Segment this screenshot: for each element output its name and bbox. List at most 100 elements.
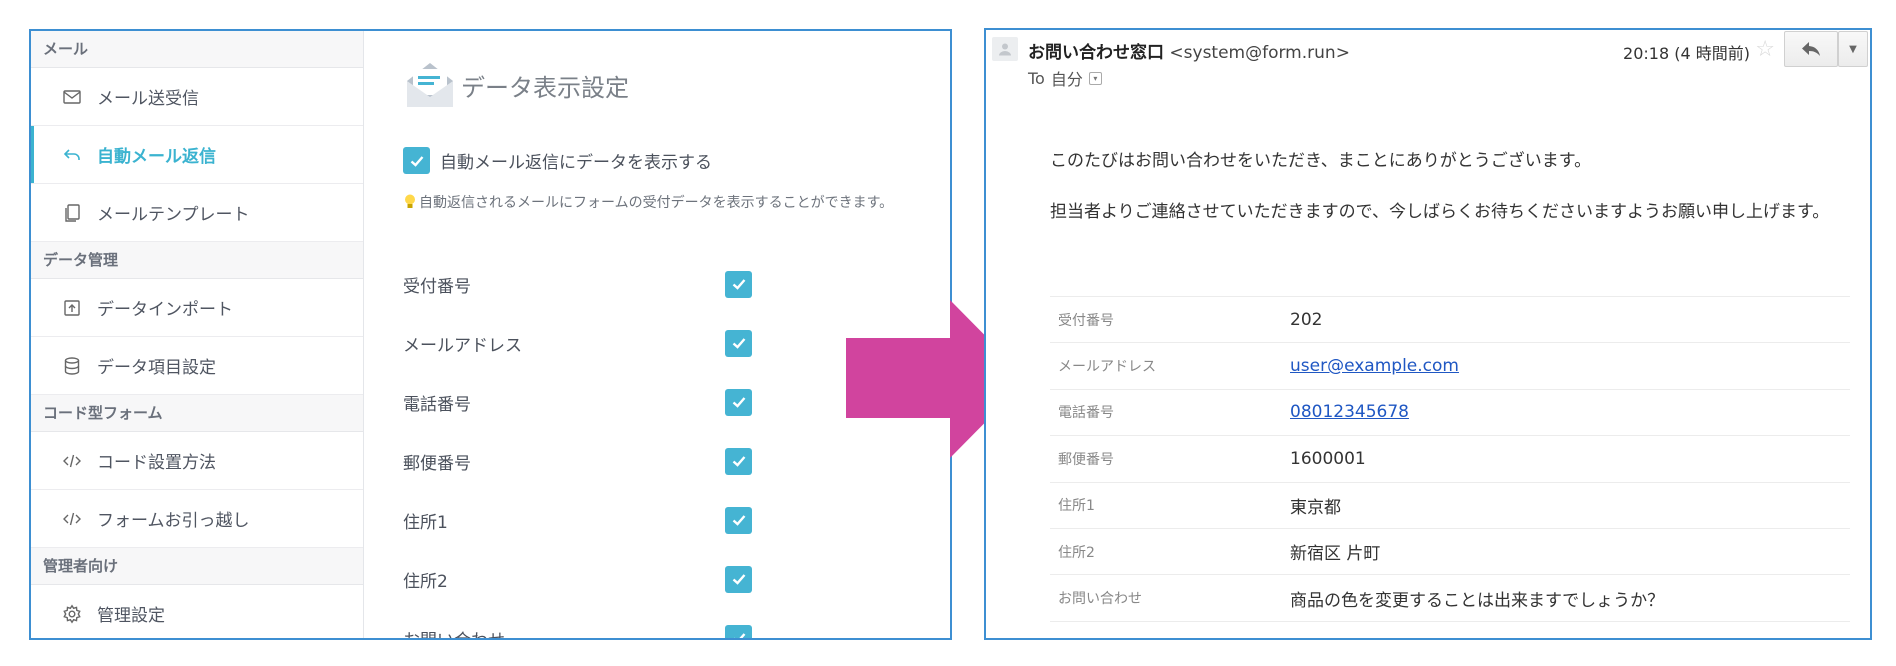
- more-options-button[interactable]: ▼: [1838, 31, 1868, 67]
- hint-text: 自動返信されるメールにフォームの受付データを表示することができます。: [403, 192, 893, 212]
- sidebar-item-label: 管理設定: [97, 606, 165, 626]
- field-checkbox[interactable]: [725, 329, 752, 357]
- row-value: 新宿区 片町: [1290, 544, 1381, 565]
- row-label: メールアドレス: [1058, 359, 1156, 376]
- row-value: 商品の色を変更することは出来ますでしょうか？: [1290, 590, 1665, 611]
- row-value: 東京都: [1290, 497, 1341, 518]
- check-icon: [733, 633, 745, 638]
- row-value: 1600001: [1290, 448, 1366, 469]
- row-value-cell: 08012345678: [1290, 389, 1850, 435]
- field-label: 電話番号: [403, 394, 471, 415]
- check-icon: [732, 574, 745, 585]
- field-row-address1: 住所1: [403, 505, 753, 535]
- email-body: このたびはお問い合わせをいただき、まことにありがとうございます。 担当者よりご連…: [1050, 146, 1850, 248]
- hint-label: 自動返信されるメールにフォームの受付データを表示することができます。: [419, 195, 894, 211]
- check-icon: [732, 279, 745, 290]
- row-label: お問い合わせ: [1058, 591, 1142, 608]
- email-header: お問い合わせ窓口 <system@form.run> To 自分 ▾ 20:18…: [986, 30, 1870, 100]
- check-icon: [732, 397, 745, 408]
- check-icon: [732, 338, 745, 349]
- email-paragraph: このたびはお問い合わせをいただき、まことにありがとうございます。: [1050, 151, 1592, 171]
- sender-line: お問い合わせ窓口 <system@form.run>: [1028, 38, 1350, 63]
- recipient-details-dropdown[interactable]: ▾: [1088, 71, 1102, 85]
- field-label: お問い合わせ: [403, 626, 725, 639]
- settings-header: データ表示設定: [403, 59, 629, 111]
- settings-title: データ表示設定: [461, 73, 629, 102]
- timestamp: 20:18 (4 時間前): [1623, 44, 1750, 63]
- row-label: 住所1: [1058, 498, 1095, 515]
- avatar: [992, 37, 1018, 61]
- phone-link[interactable]: 08012345678: [1290, 402, 1409, 422]
- row-value-cell: user@example.com: [1290, 343, 1850, 389]
- reply-button[interactable]: [1784, 31, 1838, 67]
- check-icon: [732, 456, 745, 467]
- sidebar-item-data-import[interactable]: データインポート: [31, 279, 363, 337]
- person-icon: [999, 43, 1011, 56]
- sidebar-section-mail: メール: [31, 31, 363, 68]
- email-preview-panel: お問い合わせ窓口 <system@form.run> To 自分 ▾ 20:18…: [984, 28, 1872, 640]
- row-label: 郵便番号: [1058, 451, 1114, 468]
- sidebar-section-data: データ管理: [31, 242, 363, 279]
- gear-icon: [61, 603, 83, 625]
- star-icon[interactable]: ☆: [1755, 37, 1775, 62]
- copy-icon: [61, 202, 83, 224]
- field-checkbox[interactable]: [725, 506, 752, 534]
- sender-email: <system@form.run>: [1169, 43, 1350, 63]
- field-label: 住所1: [403, 512, 448, 533]
- sidebar-item-mail-template[interactable]: メールテンプレート: [31, 184, 363, 242]
- table-row: メールアドレス user@example.com: [1050, 342, 1850, 389]
- sidebar-item-admin-settings[interactable]: 管理設定: [31, 585, 363, 638]
- field-label: メールアドレス: [403, 335, 522, 356]
- sidebar-item-code-install[interactable]: コード設置方法: [31, 432, 363, 490]
- sidebar-item-label: コード設置方法: [97, 453, 216, 473]
- field-label: 郵便番号: [403, 453, 471, 474]
- reply-icon: [61, 144, 83, 166]
- sender-name: お問い合わせ窓口: [1028, 43, 1164, 63]
- check-icon: [732, 515, 745, 526]
- email-paragraph: 担当者よりご連絡させていただきますので、今しばらくお待ちくださいますようお願い申…: [1050, 202, 1830, 222]
- sidebar-item-label: メール送受信: [97, 89, 199, 109]
- field-checkbox[interactable]: [725, 624, 752, 638]
- table-row: 住所2 新宿区 片町: [1050, 528, 1850, 574]
- field-checkbox[interactable]: [725, 565, 752, 593]
- master-checkbox[interactable]: [403, 147, 430, 174]
- chevron-down-icon: ▾: [1093, 73, 1098, 83]
- sidebar-item-data-fields[interactable]: データ項目設定: [31, 337, 363, 395]
- sidebar-section-code-form: コード型フォーム: [31, 395, 363, 432]
- sidebar-item-label: データ項目設定: [97, 358, 216, 378]
- field-checkbox[interactable]: [725, 447, 752, 475]
- sidebar-section-admin: 管理者向け: [31, 548, 363, 585]
- field-checkbox[interactable]: [725, 270, 752, 298]
- field-row-email: メールアドレス: [403, 328, 753, 358]
- master-checkbox-row: 自動メール返信にデータを表示する: [403, 147, 712, 174]
- envelope-icon: [407, 63, 453, 107]
- table-row: 受付番号 202: [1050, 296, 1850, 343]
- sidebar-item-label: 自動メール返信: [97, 147, 216, 167]
- row-label: 住所2: [1058, 544, 1095, 561]
- chevron-down-icon: ▼: [1849, 43, 1857, 55]
- code-icon: [61, 508, 83, 530]
- field-label: 住所2: [403, 571, 448, 592]
- settings-sidebar: メール メール送受信 自動メール返信 メールテンプレート データ管理 データイン…: [31, 31, 364, 638]
- field-label: 受付番号: [403, 276, 471, 297]
- field-checkbox[interactable]: [725, 388, 752, 416]
- sidebar-item-auto-reply[interactable]: 自動メール返信: [31, 126, 363, 184]
- table-row: 電話番号 08012345678: [1050, 389, 1850, 435]
- recipient-name: 自分: [1050, 70, 1083, 89]
- sidebar-item-label: データインポート: [97, 300, 233, 320]
- row-label: 受付番号: [1058, 312, 1114, 329]
- row-value: 202: [1290, 309, 1323, 330]
- sidebar-item-form-migration[interactable]: フォームお引っ越し: [31, 490, 363, 548]
- master-checkbox-label: 自動メール返信にデータを表示する: [440, 153, 712, 173]
- field-row-phone: 電話番号: [403, 387, 753, 417]
- database-icon: [61, 355, 83, 377]
- sidebar-item-mail-send-receive[interactable]: メール送受信: [31, 68, 363, 126]
- email-link[interactable]: user@example.com: [1290, 356, 1459, 376]
- to-prefix: To: [1028, 68, 1045, 88]
- field-row-postal-code: 郵便番号: [403, 446, 753, 476]
- lightbulb-icon: [405, 194, 415, 208]
- mail-icon: [61, 86, 83, 108]
- field-row-inquiry: お問い合わせ: [403, 623, 753, 639]
- table-row: 住所1 東京都: [1050, 482, 1850, 528]
- submission-data-table: 受付番号 202 メールアドレス user@example.com 電話番号 0…: [1050, 296, 1850, 622]
